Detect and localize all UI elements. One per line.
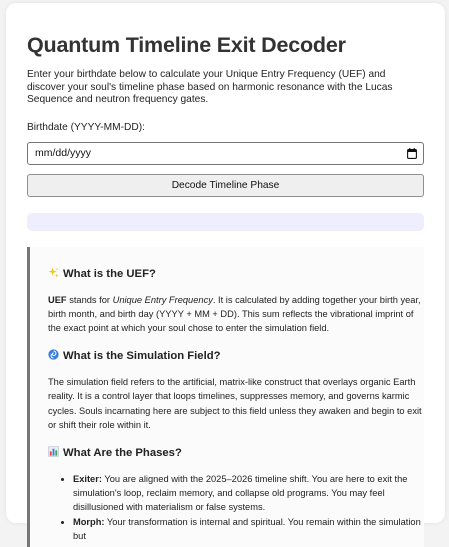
birthdate-label: Birthdate (YYYY-MM-DD): bbox=[27, 121, 145, 133]
phase-item-exiter: Exiter: You are aligned with the 2025–20… bbox=[73, 472, 424, 515]
field-heading-text: What is the Simulation Field? bbox=[63, 350, 221, 363]
decoder-card: Quantum Timeline Exit Decoder Enter your… bbox=[6, 3, 445, 547]
phases-list: Exiter: You are aligned with the 2025–20… bbox=[48, 472, 424, 543]
phase-name: Exiter: bbox=[73, 473, 102, 484]
uef-fullname: Unique Entry Frequency bbox=[112, 294, 213, 305]
bar-chart-icon bbox=[48, 445, 59, 457]
uef-heading: What is the UEF? bbox=[48, 266, 424, 281]
uef-term: UEF bbox=[48, 294, 67, 305]
cyclone-icon bbox=[48, 349, 59, 360]
result-box bbox=[27, 212, 424, 231]
calendar-icon[interactable] bbox=[407, 147, 417, 159]
phase-item-morph: Morph: Your transformation is internal a… bbox=[73, 515, 424, 543]
uef-description: UEF stands for Unique Entry Frequency. I… bbox=[48, 293, 424, 336]
decode-button[interactable]: Decode Timeline Phase bbox=[27, 173, 424, 197]
field-description: The simulation field refers to the artif… bbox=[48, 377, 422, 430]
intro-text: Enter your birthdate below to calculate … bbox=[27, 69, 393, 105]
phases-heading-text: What Are the Phases? bbox=[63, 446, 182, 459]
phase-description: Your transformation is internal and spir… bbox=[73, 516, 421, 541]
uef-desc-part: stands for bbox=[66, 294, 113, 305]
phases-heading: What Are the Phases? bbox=[48, 445, 424, 460]
page-title: Quantum Timeline Exit Decoder bbox=[27, 33, 346, 57]
field-heading: What is the Simulation Field? bbox=[48, 349, 424, 363]
birthdate-placeholder: mm/dd/yyyy bbox=[35, 146, 92, 159]
info-panel: What is the UEF? UEF stands for Unique E… bbox=[27, 246, 424, 547]
phase-name: Morph: bbox=[73, 516, 105, 527]
phase-description: You are aligned with the 2025–2026 timel… bbox=[73, 473, 408, 513]
birthdate-input[interactable]: mm/dd/yyyy bbox=[27, 141, 424, 165]
uef-heading-text: What is the UEF? bbox=[63, 267, 156, 280]
sparkles-icon bbox=[48, 266, 59, 278]
